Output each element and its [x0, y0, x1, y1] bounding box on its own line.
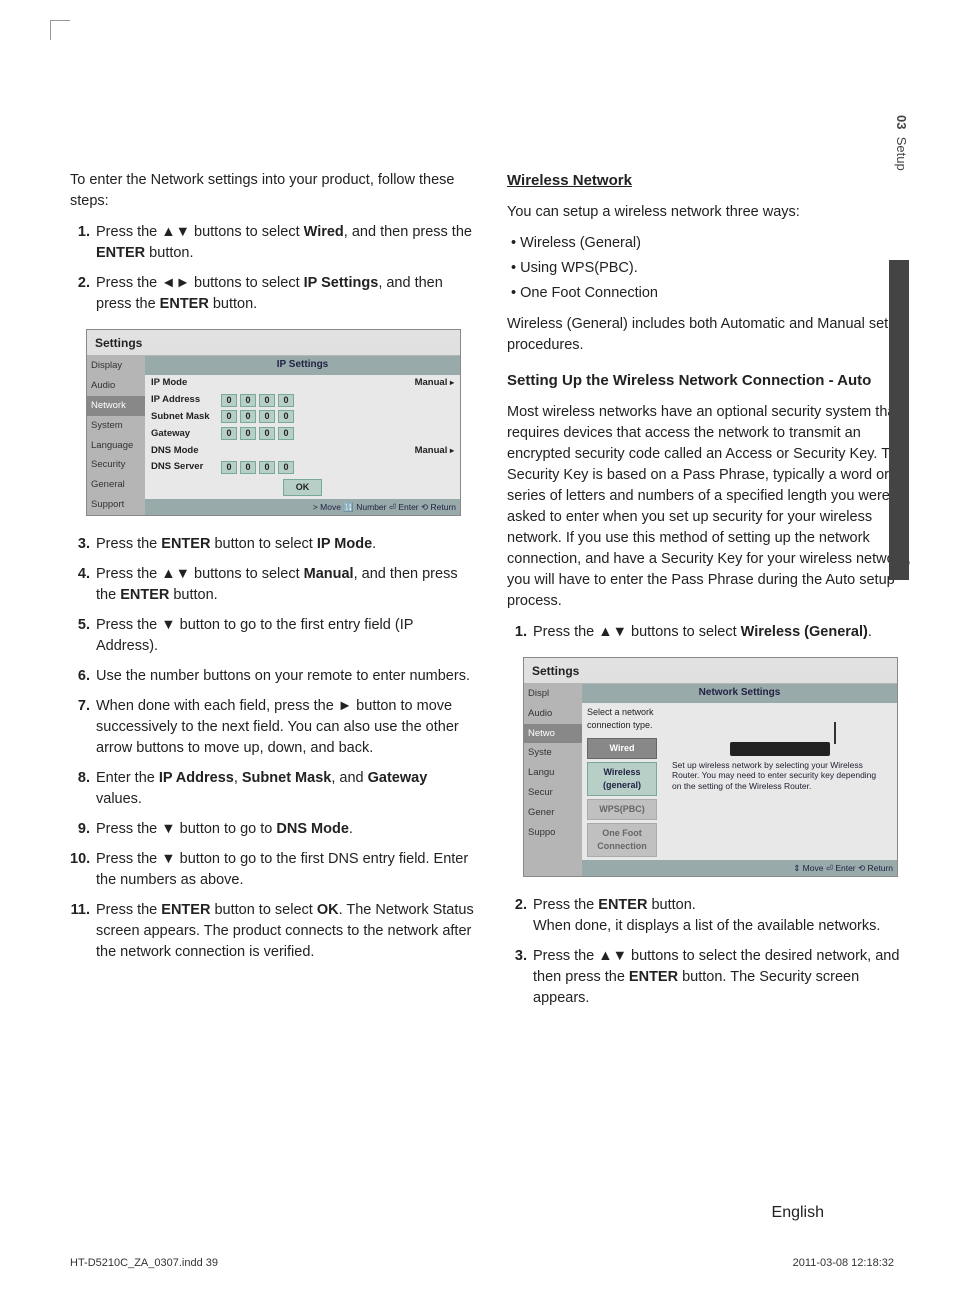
ss1-foot: > Move 🔢 Number ⏎ Enter ⟲ Return: [145, 499, 460, 515]
ss2-prompt: Select a network connection type.: [582, 703, 662, 735]
crop-mark: [50, 20, 70, 40]
after-bullets: Wireless (General) includes both Automat…: [507, 314, 914, 356]
footer-right: 2011-03-08 12:18:32: [793, 1257, 894, 1269]
page-footer: HT-D5210C_ZA_0307.indd 39 2011-03-08 12:…: [70, 1257, 894, 1269]
ss1-title: IP Settings: [145, 356, 460, 375]
ss1-head: Settings: [87, 330, 460, 356]
ss2-title: Network Settings: [582, 684, 897, 703]
net-option[interactable]: WPS(PBC): [587, 799, 657, 820]
network-settings-screenshot: Settings DisplAudioNetwoSysteLanguSecurG…: [523, 657, 898, 878]
steps-list-c: 1.Press the ▲▼ buttons to select Wireles…: [507, 622, 914, 643]
auto-para: Most wireless networks have an optional …: [507, 402, 914, 612]
ss2-note: Set up wireless network by selecting you…: [666, 760, 893, 796]
net-option[interactable]: One Foot Connection: [587, 823, 657, 857]
chapter-label: Setup: [894, 137, 909, 171]
footer-left: HT-D5210C_ZA_0307.indd 39: [70, 1257, 218, 1269]
side-tab: 03 Setup: [894, 115, 909, 171]
language-label: English: [772, 1204, 824, 1222]
ss2-foot: ⇕ Move ⏎ Enter ⟲ Return: [582, 860, 897, 876]
right-column: Wireless Network You can setup a wireles…: [507, 170, 914, 1018]
ss2-sidebar: DisplAudioNetwoSysteLanguSecurGenerSuppo: [524, 684, 582, 876]
wireless-intro: You can setup a wireless network three w…: [507, 202, 914, 223]
ip-settings-screenshot: Settings DisplayAudioNetworkSystemLangua…: [86, 329, 461, 516]
chapter-num: 03: [894, 115, 909, 129]
ss1-sidebar: DisplayAudioNetworkSystemLanguageSecurit…: [87, 356, 145, 514]
ok-button[interactable]: OK: [283, 479, 323, 496]
wireless-heading: Wireless Network: [507, 170, 914, 192]
intro-text: To enter the Network settings into your …: [70, 170, 477, 212]
steps-list-d: 2.Press the ENTER button.When done, it d…: [507, 895, 914, 1009]
thumb-tab: [889, 260, 909, 580]
ss2-head: Settings: [524, 658, 897, 684]
net-option[interactable]: Wireless (general): [587, 762, 657, 796]
left-column: To enter the Network settings into your …: [70, 170, 477, 1018]
router-illustration: [725, 711, 835, 756]
auto-heading: Setting Up the Wireless Network Connecti…: [507, 370, 914, 392]
net-option[interactable]: Wired: [587, 738, 657, 759]
wireless-bullets: Wireless (General)Using WPS(PBC).One Foo…: [507, 233, 914, 304]
steps-list-b: 3.Press the ENTER button to select IP Mo…: [70, 534, 477, 963]
steps-list-a: 1.Press the ▲▼ buttons to select Wired, …: [70, 222, 477, 315]
